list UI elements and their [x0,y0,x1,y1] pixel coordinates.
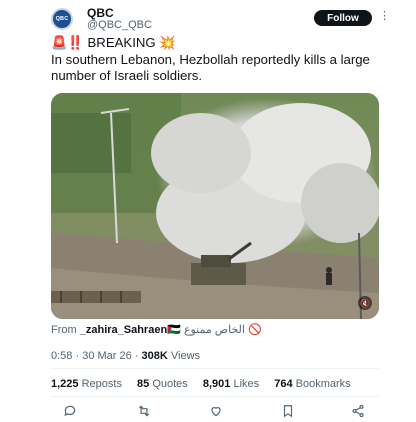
avatar-text: QBC [55,16,69,22]
action-bar [62,403,370,419]
follow-button[interactable]: Follow [314,10,372,26]
views-label: Views [170,350,201,362]
tweet-time[interactable]: 0:58 [51,350,72,362]
tweet-card: QBC QBC @QBC_QBC Follow ⋮ 🚨‼️ BREAKING 💥… [0,0,416,422]
bookmarks-stat[interactable]: 764 Bookmarks [274,378,350,390]
reposts-label: Reposts [81,378,122,390]
video-frame [51,93,379,319]
avatar[interactable]: QBC [51,8,73,30]
author-handle[interactable]: @QBC_QBC [87,19,152,31]
meta-separator-2: · [134,350,139,362]
views-count: 308K [141,350,168,362]
reposts-stat[interactable]: 1,225 Reposts [51,378,122,390]
author-name[interactable]: QBC [87,6,114,20]
source-suffix: الخاص ممنوع 🚫 [183,324,262,336]
likes-label: Likes [233,378,260,390]
divider [51,396,379,397]
tweet-date[interactable]: 30 Mar 26 [82,350,132,362]
bookmarks-count: 764 [274,378,293,390]
bookmarks-label: Bookmarks [295,378,351,390]
meta-separator: · [75,350,80,362]
more-options-icon[interactable]: ⋮ [379,9,390,22]
source-prefix: From [51,324,80,336]
tweet-text: 🚨‼️ BREAKING 💥 In southern Lebanon, Hezb… [51,35,381,85]
like-icon[interactable] [208,403,224,419]
engagement-stats: 1,225 Reposts 85 Quotes 8,901 Likes 764 … [51,378,363,390]
video-player[interactable]: 🔇 [51,93,379,319]
quotes-stat[interactable]: 85 Quotes [137,378,188,390]
quotes-label: Quotes [152,378,188,390]
tweet-text-line-2: In southern Lebanon, Hezbollah reportedl… [51,51,370,67]
likes-count: 8,901 [202,378,231,390]
likes-stat[interactable]: 8,901 Likes [203,378,259,390]
source-account-link[interactable]: _zahira_Sahraen🇵🇸 [80,324,181,336]
divider [51,368,379,369]
tweet-text-line-3: number of Israeli soldiers. [51,68,202,83]
tweet-text-line-1: 🚨‼️ BREAKING 💥 [51,35,176,50]
mute-icon[interactable]: 🔇 [358,296,372,310]
reply-icon[interactable] [62,403,78,419]
share-icon[interactable] [350,403,366,419]
reposts-count: 1,225 [51,378,79,390]
source-attribution: From _zahira_Sahraen🇵🇸 الخاص ممنوع 🚫 [51,323,262,336]
bookmark-icon[interactable] [280,403,296,419]
repost-icon[interactable] [136,403,152,419]
tweet-meta: 0:58 · 30 Mar 26 · 308K Views [51,350,200,362]
quotes-count: 85 [137,378,150,390]
